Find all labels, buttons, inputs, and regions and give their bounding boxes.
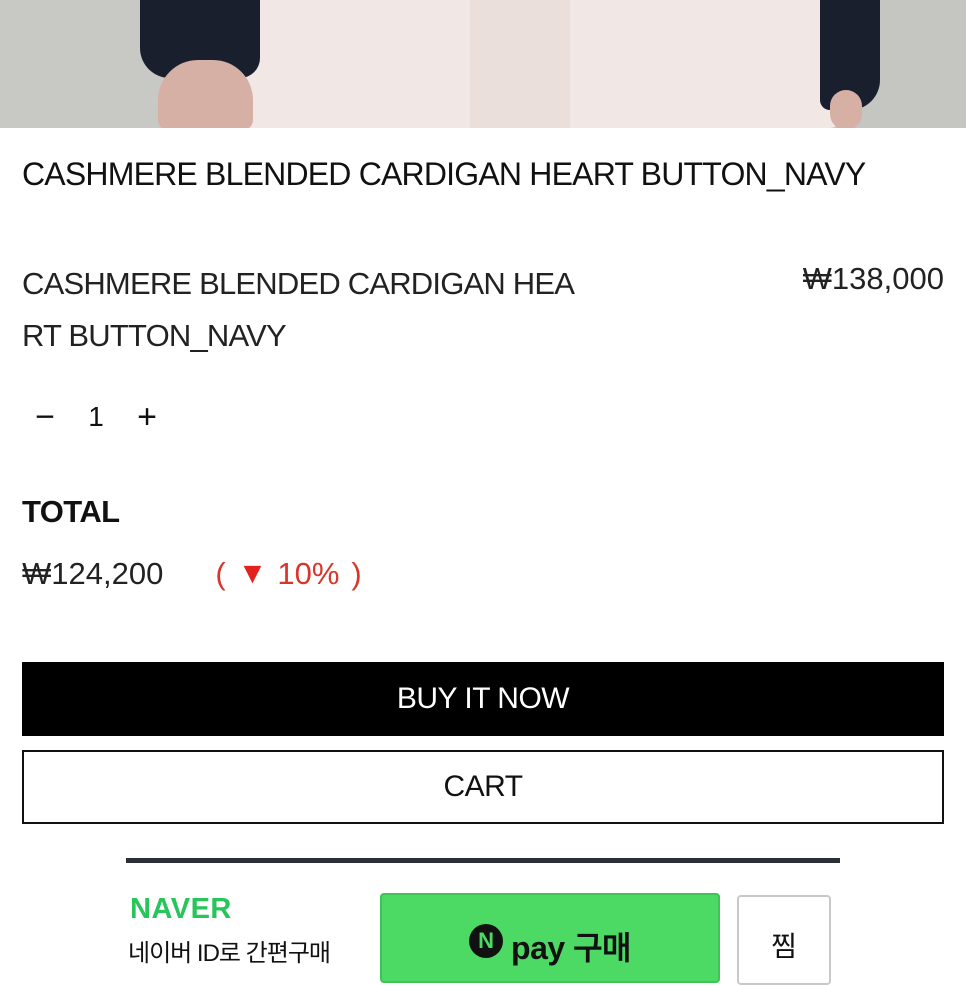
quantity-decrease-button[interactable]: − xyxy=(22,394,68,440)
product-title: CASHMERE BLENDED CARDIGAN HEART BUTTON_N… xyxy=(22,156,866,192)
quantity-value[interactable]: 1 xyxy=(68,401,124,433)
option-item-name: CASHMERE BLENDED CARDIGAN HEART BUTTON_N… xyxy=(22,266,575,353)
naver-n-icon: N xyxy=(469,924,504,958)
total-row: ₩124,200 ( ▼ 10% ) xyxy=(22,556,362,592)
naver-pay-description: 네이버 ID로 간편구매 xyxy=(128,940,331,967)
discount-close-paren: ) xyxy=(351,556,362,591)
naver-pay-section: NAVER 네이버 ID로 간편구매 N pay 구매 찜 xyxy=(126,858,840,985)
hero-hand-right xyxy=(830,90,862,128)
quantity-stepper: − 1 + xyxy=(22,394,170,440)
discount-badge: ( ▼ 10% ) xyxy=(215,556,361,592)
naver-logo: NAVER xyxy=(130,893,232,925)
hero-shirt-fold xyxy=(470,0,570,128)
naver-pay-buy-button[interactable]: N pay 구매 xyxy=(380,893,720,983)
hero-hand-left xyxy=(158,60,253,128)
down-triangle-icon: ▼ xyxy=(237,557,268,590)
option-item-price: ₩138,000 xyxy=(802,261,944,296)
naver-pay-label: pay 구매 xyxy=(511,930,631,966)
quantity-increase-button[interactable]: + xyxy=(124,394,170,440)
discount-percent: 10% xyxy=(277,556,340,591)
cart-button[interactable]: CART xyxy=(22,750,944,824)
total-price: ₩124,200 xyxy=(22,556,164,591)
discount-open-paren: ( xyxy=(215,556,226,591)
wishlist-button[interactable]: 찜 xyxy=(737,895,831,985)
total-label: TOTAL xyxy=(22,494,120,529)
buy-now-button[interactable]: BUY IT NOW xyxy=(22,662,944,736)
product-hero-image xyxy=(0,0,966,128)
